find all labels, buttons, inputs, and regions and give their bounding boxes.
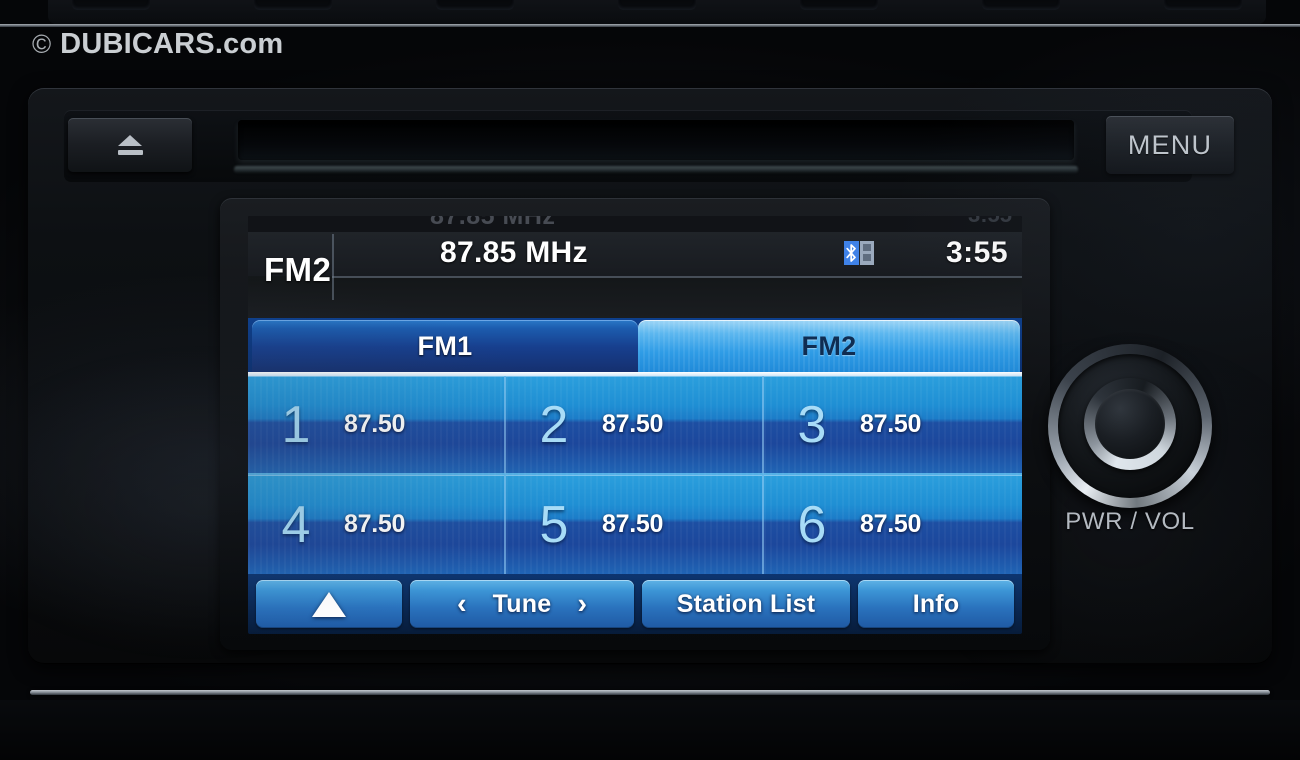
tune-next-icon[interactable]: › <box>577 588 587 621</box>
menu-button-label: MENU <box>1127 129 1213 160</box>
watermark: © DUBICARS.com <box>32 28 283 61</box>
preset-frequency: 87.50 <box>860 510 922 538</box>
vent-slat <box>982 0 1060 10</box>
vent-slat <box>72 0 150 10</box>
info-label: Info <box>912 589 960 618</box>
vent-slat <box>254 0 332 10</box>
bluetooth-icon <box>844 241 874 265</box>
screen-bezel: 87.85 MHz 3:55 FM2 87.85 MHz <box>220 198 1050 650</box>
preset-number: 5 <box>539 495 569 554</box>
chrome-trim-bottom <box>30 690 1270 695</box>
knob-label: PWR / VOL <box>1065 508 1195 535</box>
preset-frequency: 87.50 <box>344 410 406 438</box>
knob-cap <box>1095 389 1165 459</box>
status-bar-top-band <box>248 232 1022 276</box>
preset-frequency: 87.50 <box>860 410 922 438</box>
station-list-button[interactable]: Station List <box>642 580 850 628</box>
preset-number: 1 <box>281 395 311 454</box>
up-arrow-icon <box>312 591 346 617</box>
lower-console-panel <box>0 700 1300 760</box>
preset-frequency: 87.50 <box>344 510 406 538</box>
status-bar: FM2 87.85 MHz 3:55 <box>248 232 1022 318</box>
preset-frequency: 87.50 <box>602 410 664 438</box>
lcd-display: 87.85 MHz 3:55 FM2 87.85 MHz <box>248 216 1022 634</box>
eject-icon <box>117 135 143 155</box>
info-button[interactable]: Info <box>858 580 1014 628</box>
ghost-clock: 3:55 <box>968 216 1012 228</box>
vent-slat <box>436 0 514 10</box>
preset-button-5[interactable]: 5 87.50 <box>506 475 764 574</box>
menu-button[interactable]: MENU <box>1106 116 1234 174</box>
vent-slats <box>48 0 1266 24</box>
cd-slot-lip <box>234 166 1078 173</box>
scroll-up-button[interactable] <box>256 580 402 628</box>
vent-slat <box>800 0 878 10</box>
tab-fm2[interactable]: FM2 <box>638 320 1020 372</box>
watermark-text: DUBICARS.com <box>60 28 284 60</box>
bluetooth-glyph <box>844 241 859 265</box>
preset-button-3[interactable]: 3 87.50 <box>764 376 1022 475</box>
preset-number: 4 <box>281 495 311 554</box>
tab-fm2-label: FM2 <box>801 330 857 361</box>
dashboard-vent <box>48 0 1266 24</box>
power-volume-knob[interactable] <box>1048 344 1212 508</box>
soft-key-bar: ‹ Tune › Station List Info <box>248 574 1022 634</box>
vent-slat <box>1164 0 1242 10</box>
knob-inner-ring <box>1084 378 1176 470</box>
preset-button-1[interactable]: 1 87.50 <box>248 376 506 475</box>
current-frequency: 87.85 MHz <box>440 236 588 269</box>
preset-number: 6 <box>797 495 827 554</box>
preset-frequency: 87.50 <box>602 510 664 538</box>
tab-fm1[interactable]: FM1 <box>252 320 638 372</box>
preset-grid: 1 87.50 2 87.50 3 87.50 4 87.50 5 87.50 … <box>248 376 1022 574</box>
eject-button[interactable] <box>68 118 192 172</box>
cd-slot[interactable] <box>238 120 1074 160</box>
preset-number: 3 <box>797 395 827 454</box>
preset-number: 2 <box>539 395 569 454</box>
vent-slat <box>618 0 696 10</box>
band-tab-bar: FM1 FM2 <box>248 318 1022 376</box>
tab-fm1-label: FM1 <box>417 330 473 361</box>
watermark-copyright-symbol: © <box>32 29 52 59</box>
car-head-unit-screenshot: MENU 87.85 MHz 3:55 FM2 87.85 MHz <box>0 0 1300 760</box>
chrome-trim-top <box>0 24 1300 27</box>
bluetooth-device-glyph <box>858 241 874 265</box>
preset-button-4[interactable]: 4 87.50 <box>248 475 506 574</box>
status-divider-vertical <box>332 234 334 300</box>
current-band-label: FM2 <box>264 251 332 288</box>
tune-label: Tune <box>492 589 552 618</box>
display-clipped-top-row: 87.85 MHz 3:55 <box>248 216 1022 232</box>
clock: 3:55 <box>945 236 1008 269</box>
preset-button-2[interactable]: 2 87.50 <box>506 376 764 475</box>
ghost-frequency: 87.85 MHz <box>430 216 556 230</box>
tune-prev-icon[interactable]: ‹ <box>457 588 467 621</box>
preset-button-6[interactable]: 6 87.50 <box>764 475 1022 574</box>
status-divider-horizontal <box>332 276 1022 278</box>
tune-button[interactable]: ‹ Tune › <box>410 580 634 628</box>
station-list-label: Station List <box>676 589 816 618</box>
